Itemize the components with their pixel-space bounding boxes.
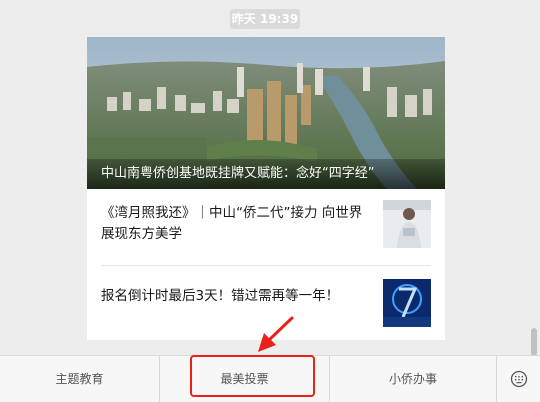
annotation-arrow (258, 316, 294, 352)
